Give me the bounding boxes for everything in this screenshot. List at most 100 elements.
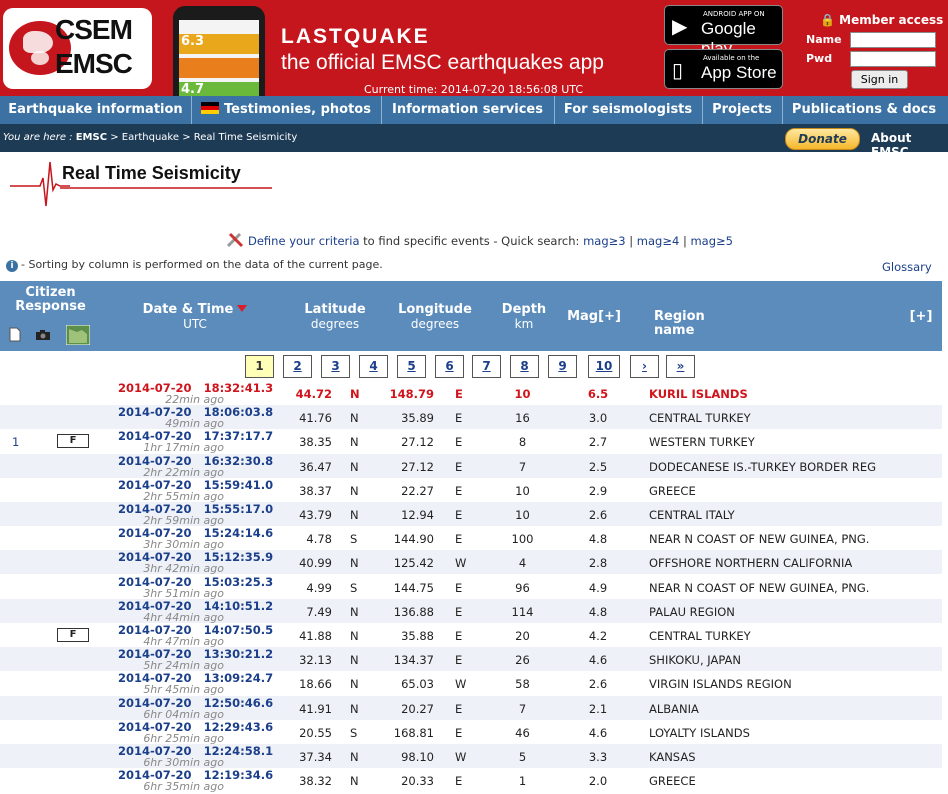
table-row[interactable]: 2014-07-20 12:24:58.1 6hr 30min ago 37.34 N… bbox=[0, 744, 942, 769]
event-lat-hemisphere: N bbox=[350, 435, 359, 450]
col-datetime[interactable]: Date & Time UTC bbox=[130, 303, 260, 332]
felt-report-badge[interactable]: F bbox=[57, 628, 89, 642]
document-icon[interactable] bbox=[9, 327, 21, 342]
event-time-ago: 4hr 44min ago bbox=[143, 610, 224, 624]
table-row[interactable]: 2014-07-20 15:24:14.6 3hr 30min ago 4.78 S 1… bbox=[0, 526, 942, 551]
map-icon[interactable] bbox=[66, 325, 90, 345]
col-region[interactable]: Region name bbox=[654, 310, 744, 338]
page-button-3[interactable]: 3 bbox=[321, 355, 350, 378]
event-depth: 100 bbox=[511, 532, 534, 547]
camera-icon[interactable] bbox=[35, 329, 51, 341]
expand-columns-button[interactable]: [+] bbox=[906, 310, 936, 324]
table-row[interactable]: 2014-07-20 13:30:21.2 5hr 24min ago 32.13 N… bbox=[0, 647, 942, 673]
page-button-10[interactable]: 10 bbox=[588, 355, 620, 378]
info-icon: i bbox=[6, 260, 18, 272]
logo-text-csem: CSEM bbox=[55, 14, 133, 45]
about-emsc-link[interactable]: About EMSC bbox=[871, 131, 948, 159]
table-row[interactable]: 2014-07-20 18:32:41.3 22min ago 44.72 N 148.… bbox=[0, 381, 942, 406]
quick-mag5-link[interactable]: mag≥5 bbox=[690, 234, 733, 248]
table-row[interactable]: 2014-07-20 15:59:41.0 2hr 55min ago 38.37 N… bbox=[0, 478, 942, 503]
event-lat-hemisphere: N bbox=[350, 411, 359, 426]
col-latitude[interactable]: Latitude degrees bbox=[290, 303, 380, 332]
table-row[interactable]: 1 2014-07-20 17:37:17.7 1hr 17min ago 38.35… bbox=[0, 429, 942, 454]
app-subtitle[interactable]: the official EMSC earthquakes app bbox=[281, 51, 604, 75]
donate-button[interactable]: Donate bbox=[785, 128, 860, 150]
page-button-12[interactable]: » bbox=[666, 355, 695, 378]
member-access-text: Member access bbox=[839, 13, 944, 27]
event-magnitude: 3.0 bbox=[588, 411, 608, 426]
quick-mag3-link[interactable]: mag≥3 bbox=[583, 234, 626, 248]
col-longitude[interactable]: Longitude degrees bbox=[390, 303, 480, 332]
password-input[interactable] bbox=[850, 51, 936, 67]
page-button-4[interactable]: 4 bbox=[359, 355, 388, 378]
page-button-2[interactable]: 2 bbox=[283, 355, 312, 378]
table-row[interactable]: 2014-07-20 14:07:50.5 4hr 47min ago 41.88 N… bbox=[0, 623, 942, 648]
glossary-link[interactable]: Glossary bbox=[882, 260, 932, 274]
event-lon-hemisphere: E bbox=[455, 459, 463, 474]
event-lat-hemisphere: N bbox=[350, 459, 359, 474]
breadcrumb-path[interactable]: > Earthquake > Real Time Seismicity bbox=[110, 132, 297, 143]
event-magnitude: 2.6 bbox=[588, 677, 608, 692]
table-row[interactable]: 2014-07-20 15:12:35.9 3hr 42min ago 40.99 N… bbox=[0, 550, 942, 575]
name-input[interactable] bbox=[850, 32, 936, 48]
event-depth: 1 bbox=[518, 774, 527, 789]
col-datetime-unit: UTC bbox=[183, 317, 207, 331]
event-time-ago: 5hr 24min ago bbox=[143, 659, 224, 673]
event-lon-hemisphere: E bbox=[455, 725, 463, 740]
page-button-1[interactable]: 1 bbox=[245, 355, 274, 378]
nav-publications-docs[interactable]: Publications & docs bbox=[782, 96, 946, 124]
google-play-small-text: ANDROID APP ON bbox=[703, 10, 765, 18]
nav-for-seismologists[interactable]: For seismologists bbox=[554, 96, 703, 124]
table-row[interactable]: 2014-07-20 14:10:51.2 4hr 44min ago 7.49 N 1… bbox=[0, 598, 942, 624]
event-depth: 7 bbox=[518, 701, 527, 716]
nav-testimonies-photos[interactable]: Testimonies, photos bbox=[191, 96, 382, 124]
event-count[interactable]: 1 bbox=[12, 435, 19, 449]
table-row[interactable]: 2014-07-20 12:29:43.6 6hr 25min ago 20.55 S… bbox=[0, 720, 942, 745]
event-lon-hemisphere: E bbox=[455, 629, 463, 643]
table-row[interactable]: 2014-07-20 18:06:03.8 49min ago 41.76 N 35.8… bbox=[0, 405, 942, 430]
event-region: NEAR N COAST OF NEW GUINEA, PNG. bbox=[649, 580, 870, 595]
page-button-11[interactable]: › bbox=[630, 355, 659, 378]
table-row[interactable]: 2014-07-20 13:09:24.7 5hr 45min ago 18.66 N… bbox=[0, 671, 942, 696]
phone-app-image: 6.3 4.7 bbox=[173, 6, 265, 96]
event-longitude: 125.42 bbox=[393, 556, 434, 571]
event-magnitude: 4.9 bbox=[588, 580, 608, 595]
event-region: CENTRAL TURKEY bbox=[649, 629, 751, 643]
table-row[interactable]: 2014-07-20 16:32:30.8 2hr 22min ago 36.47 N… bbox=[0, 453, 942, 479]
event-longitude: 65.03 bbox=[401, 677, 434, 692]
nav-information-services[interactable]: Information services bbox=[381, 96, 555, 124]
event-region: PALAU REGION bbox=[649, 604, 735, 619]
event-latitude: 18.66 bbox=[299, 677, 332, 692]
google-play-badge[interactable]: ▶ ANDROID APP ON Google play bbox=[664, 5, 783, 58]
app-store-badge[interactable]: ▯ Available on the App Store bbox=[664, 49, 783, 89]
table-row[interactable]: 2014-07-20 15:03:25.3 3hr 51min ago 4.99 S 1… bbox=[0, 575, 942, 600]
col-magnitude[interactable]: Mag[+] bbox=[564, 310, 624, 324]
page-button-5[interactable]: 5 bbox=[397, 355, 426, 378]
criteria-text: to find specific events - Quick search: bbox=[363, 234, 580, 248]
quick-mag4-link[interactable]: mag≥4 bbox=[637, 234, 680, 248]
event-longitude: 168.81 bbox=[393, 725, 434, 740]
event-magnitude: 4.8 bbox=[588, 532, 608, 547]
app-title[interactable]: LASTQUAKE bbox=[281, 25, 430, 49]
event-depth: 8 bbox=[518, 435, 527, 450]
col-lat-label: Latitude bbox=[304, 302, 366, 317]
table-row[interactable]: 2014-07-20 12:50:46.6 6hr 04min ago 41.91 N… bbox=[0, 695, 942, 721]
col-depth-label: Depth bbox=[501, 302, 547, 317]
breadcrumb-emsc-link[interactable]: EMSC bbox=[76, 132, 107, 143]
nav-label: Projects bbox=[712, 102, 772, 117]
table-row[interactable]: 2014-07-20 15:55:17.0 2hr 59min ago 43.79 N… bbox=[0, 502, 942, 527]
col-depth[interactable]: Depth km bbox=[496, 303, 552, 332]
page-button-9[interactable]: 9 bbox=[548, 355, 577, 378]
page-button-7[interactable]: 7 bbox=[472, 355, 501, 378]
define-criteria-link[interactable]: Define your criteria bbox=[248, 234, 360, 248]
page-button-6[interactable]: 6 bbox=[435, 355, 464, 378]
nav-earthquake-information[interactable]: Earthquake information bbox=[0, 96, 192, 124]
event-lat-hemisphere: N bbox=[350, 629, 359, 643]
sign-in-button[interactable]: Sign in bbox=[851, 70, 908, 89]
nav-projects[interactable]: Projects bbox=[702, 96, 783, 124]
table-row[interactable]: 2014-07-20 12:19:34.6 6hr 35min ago 38.32 N… bbox=[0, 768, 942, 793]
felt-report-badge[interactable]: F bbox=[57, 434, 89, 449]
emsc-logo[interactable]: CSEM EMSC bbox=[3, 8, 152, 89]
event-magnitude: 4.2 bbox=[588, 629, 608, 643]
page-button-8[interactable]: 8 bbox=[510, 355, 539, 378]
